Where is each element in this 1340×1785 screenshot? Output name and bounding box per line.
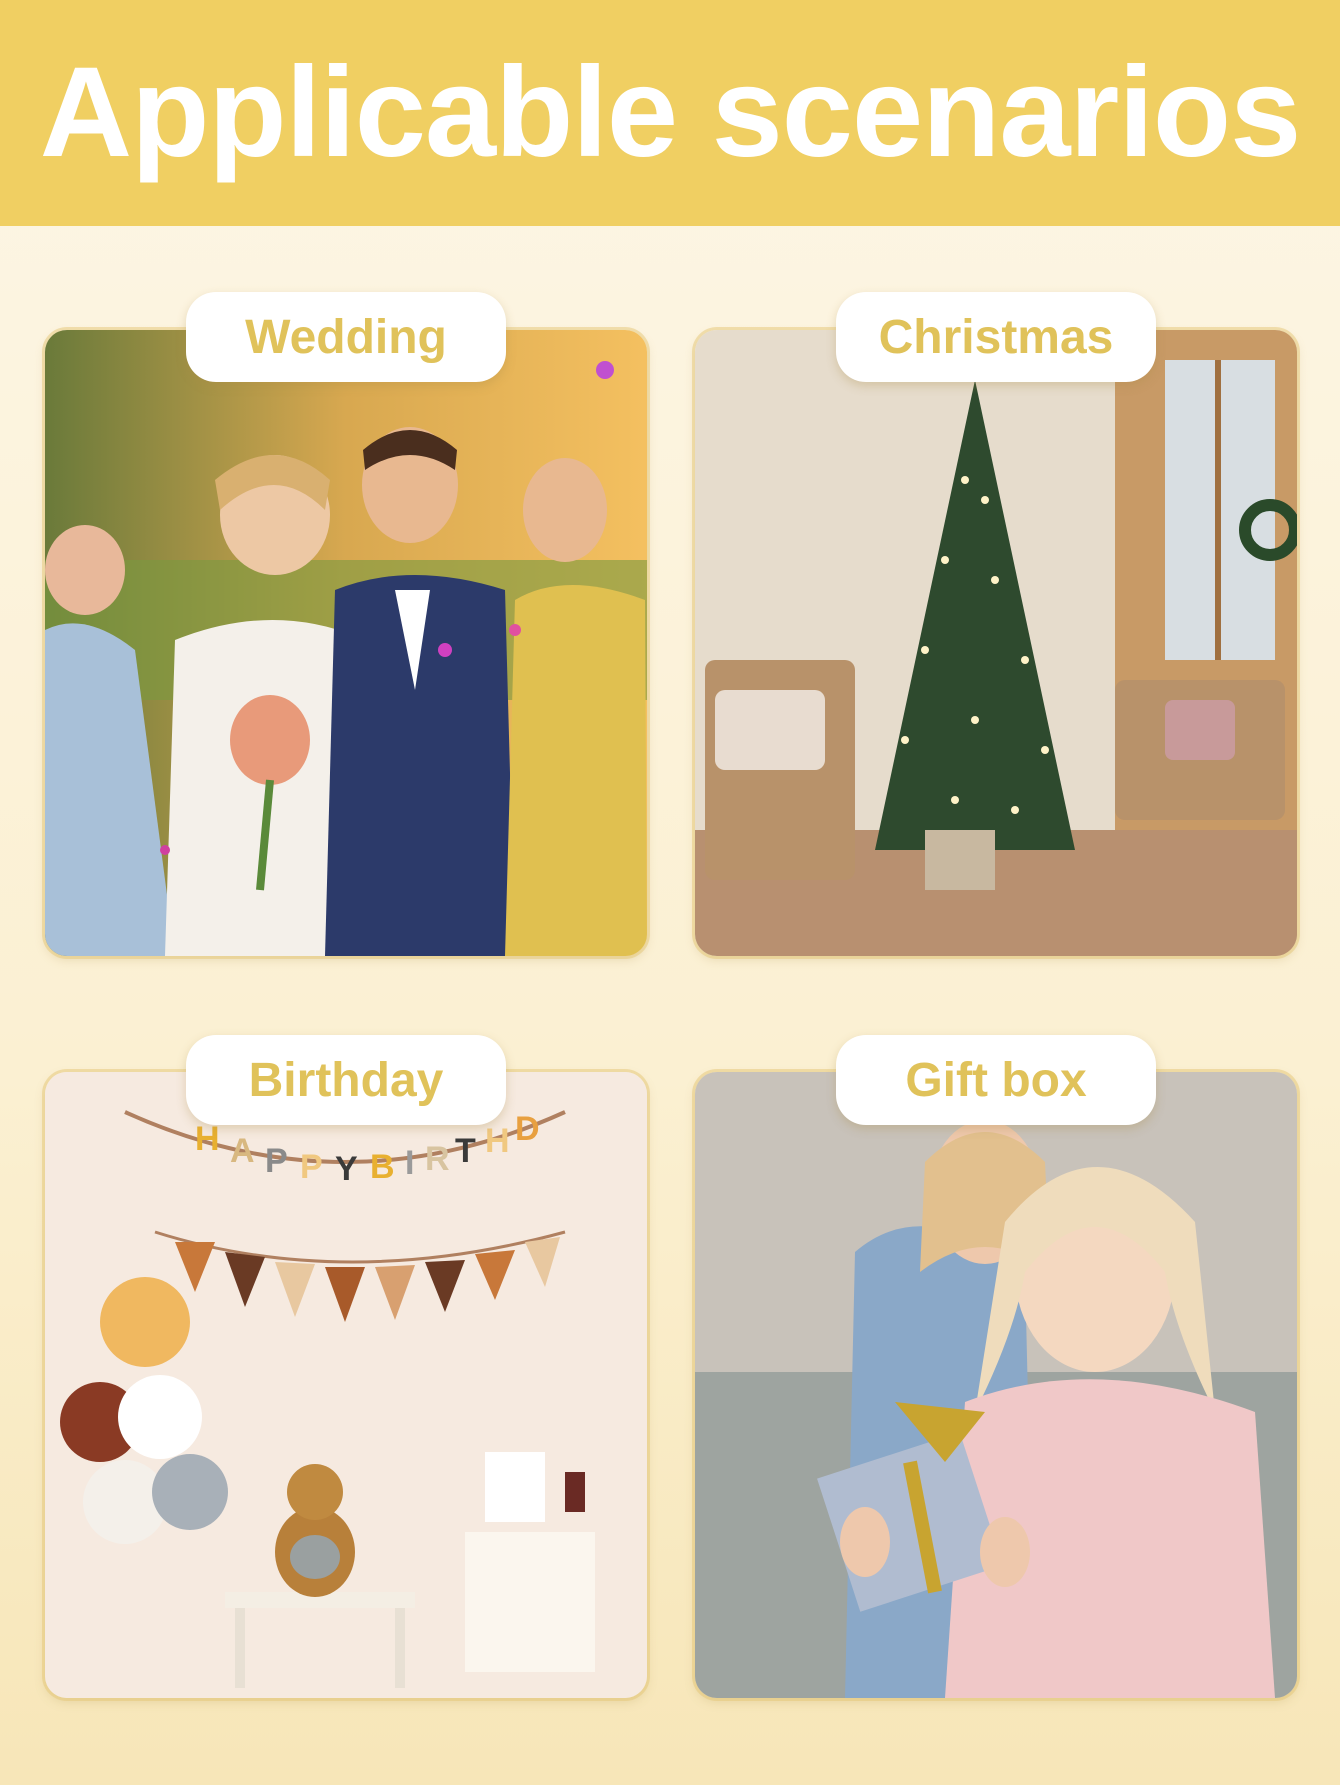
label-christmas: Christmas [836,292,1156,382]
svg-text:H: H [485,1122,510,1160]
birthday-photo: HA PP YB IR TH D [45,1072,647,1698]
label-gift-box: Gift box [836,1035,1156,1125]
svg-text:A: A [230,1132,255,1170]
svg-text:P: P [265,1142,288,1180]
svg-text:I: I [405,1144,414,1182]
label-wedding: Wedding [186,292,506,382]
svg-text:Y: Y [335,1150,358,1188]
gift-box-photo [695,1072,1297,1698]
wedding-photo [45,330,647,956]
svg-text:B: B [370,1148,395,1186]
page-title: Applicable scenarios [39,41,1301,184]
christmas-photo [695,330,1297,956]
title-banner: Applicable scenarios [0,0,1340,226]
svg-text:D: D [515,1110,540,1148]
label-birthday: Birthday [186,1035,506,1125]
svg-text:T: T [455,1132,476,1170]
svg-text:R: R [425,1140,450,1178]
svg-text:P: P [300,1148,323,1186]
svg-text:H: H [195,1120,220,1158]
